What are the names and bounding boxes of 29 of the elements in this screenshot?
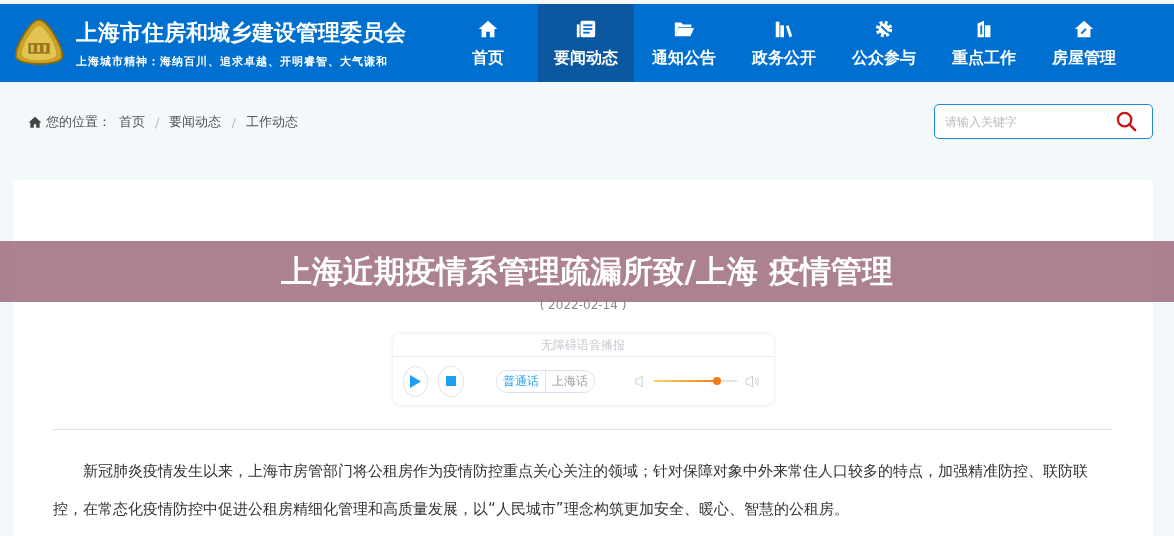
nav-tab[interactable]: 首页 [438,4,538,82]
breadcrumb-label: 您的位置： [46,113,111,131]
site-slogan: 上海城市精神：海纳百川、追求卓越、开明睿智、大气谦和 [76,53,389,69]
emblem-logo [12,18,66,68]
volume-high-icon [744,374,760,388]
overlay-title: 上海近期疫情系管理疏漏所致/上海 疫情管理 [281,251,893,291]
play-button[interactable] [402,365,428,397]
breadcrumb-separator: / [155,114,160,130]
breadcrumb-link[interactable]: 首页 [119,113,145,131]
stop-icon [445,376,456,386]
nav-tab[interactable]: 公众参与 [834,4,934,82]
search-field[interactable]: 请输入关键字 [934,104,1153,139]
breadcrumb-separator: / [231,114,236,130]
breadcrumb-link[interactable]: 要闻动态 [169,113,222,131]
play-icon [409,374,421,388]
article-date: ( 2022-02-14 ) [539,298,627,312]
nav-tab[interactable]: 要闻动态 [538,4,634,82]
volume-low-icon [634,374,644,388]
nav-tab[interactable]: 通知公告 [634,4,734,82]
nav-tab[interactable]: 重点工作 [934,4,1034,82]
stop-button[interactable] [438,365,464,397]
nav-tab[interactable]: 政务公开 [734,4,834,82]
search-icon[interactable] [1116,111,1137,132]
language-option[interactable]: 上海话 [544,370,594,392]
breadcrumb-link[interactable]: 工作动态 [245,113,298,131]
home-icon [28,115,42,129]
article-paragraph: 新冠肺炎疫情发生以来，上海市房管部门将公租房作为疫情防控重点关心关注的领域；针对保障对象中外来常住人口较多的特点，加强精准防控、联防联控，在常态化疫情防控中促进公租房精细化管理和高质量发展，以“人民城市”理念构筑更加安全、暖心、智慧的公租房。 [53,461,1089,520]
site-title: 上海市住房和城乡建设管理委员会 [76,18,406,47]
nav-tab[interactable]: 房屋管理 [1034,4,1134,82]
